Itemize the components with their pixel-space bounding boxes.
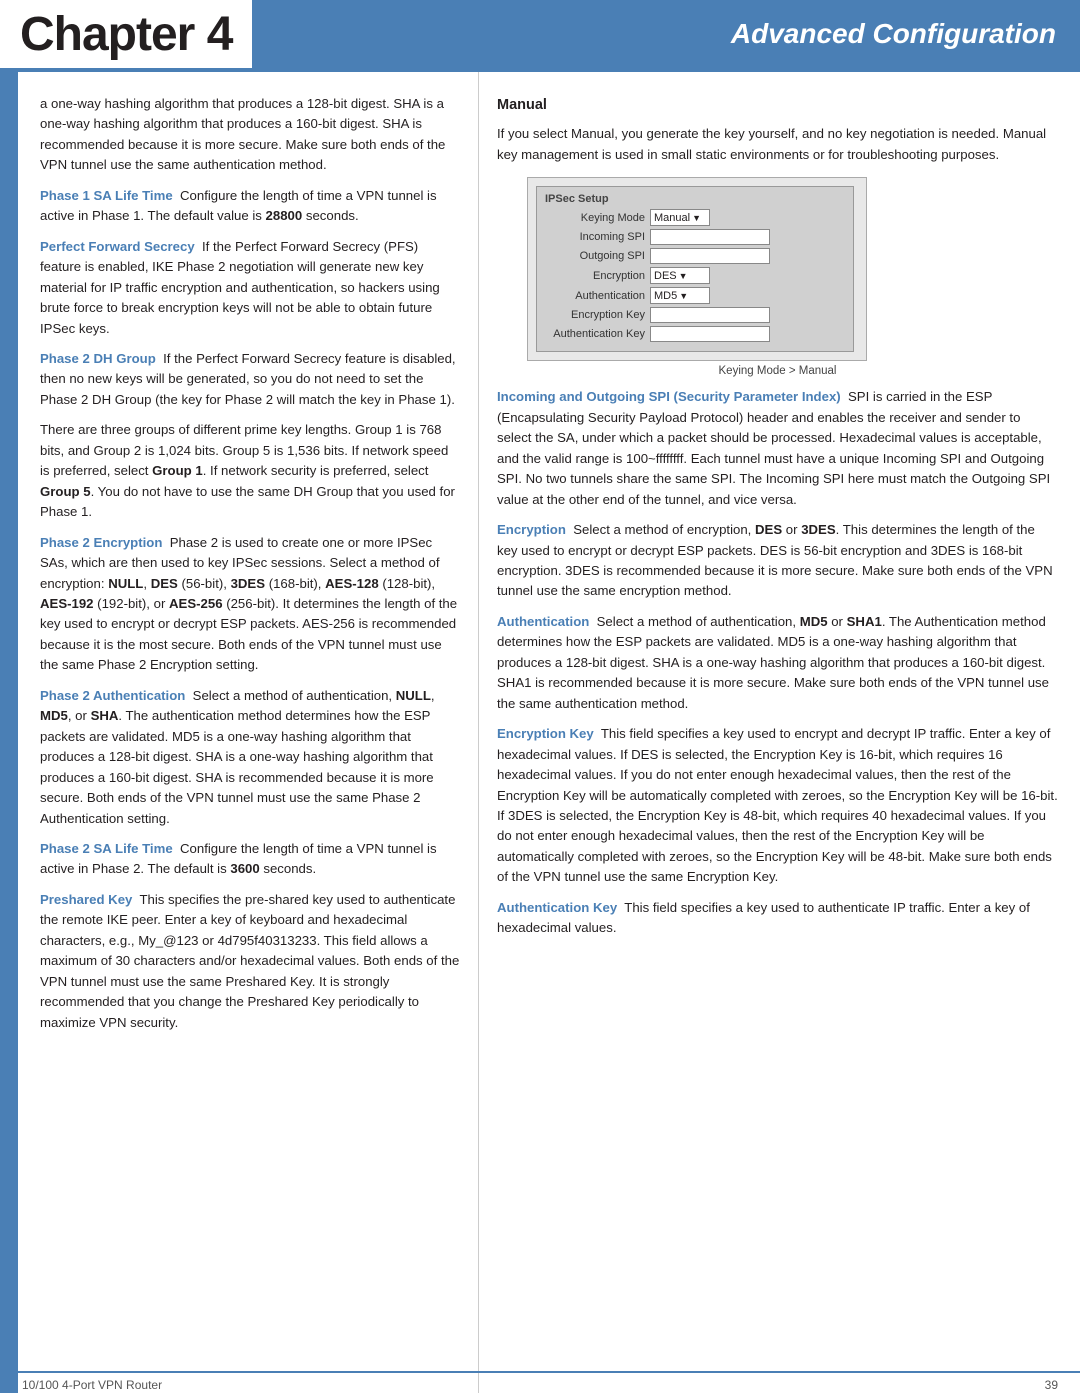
phase2-salifetime: Phase 2 SA Life Time Configure the lengt… <box>40 839 460 880</box>
term-pfs: Perfect Forward Secrecy <box>40 239 195 254</box>
term-auth-key: Authentication Key <box>497 900 617 915</box>
chapter-title: Chapter 4 <box>20 7 232 62</box>
perfect-forward-secrecy: Perfect Forward Secrecy If the Perfect F… <box>40 237 460 339</box>
header-left: Chapter 4 <box>0 0 252 68</box>
content-wrapper: a one-way hashing algorithm that produce… <box>0 72 1080 1393</box>
intro-paragraph: a one-way hashing algorithm that produce… <box>40 94 460 176</box>
dropdown-arrow-icon-2: ▼ <box>679 271 688 281</box>
ipsec-encryption-row: Encryption DES ▼ <box>545 267 845 284</box>
page-footer: 10/100 4-Port VPN Router 39 <box>0 1371 1080 1397</box>
phase2-authentication: Phase 2 Authentication Select a method o… <box>40 686 460 829</box>
left-column: a one-way hashing algorithm that produce… <box>18 72 478 1393</box>
ipsec-encryption-select[interactable]: DES ▼ <box>650 267 710 284</box>
ipsec-setup-box: IPSec Setup Keying Mode Manual ▼ Incomin… <box>527 177 867 361</box>
term-phase2-auth: Phase 2 Authentication <box>40 688 185 703</box>
main-content: a one-way hashing algorithm that produce… <box>18 72 1080 1393</box>
footer-left: 10/100 4-Port VPN Router <box>22 1378 162 1392</box>
page-header: Chapter 4 Advanced Configuration <box>0 0 1080 72</box>
preshared-key: Preshared Key This specifies the pre-sha… <box>40 890 460 1033</box>
footer-right: 39 <box>1045 1378 1058 1392</box>
manual-heading: Manual <box>497 94 1058 116</box>
term-phase2-dh: Phase 2 DH Group <box>40 351 156 366</box>
right-column: Manual If you select Manual, you generat… <box>479 72 1080 1393</box>
term-phase2-enc: Phase 2 Encryption <box>40 535 162 550</box>
incoming-outgoing-spi: Incoming and Outgoing SPI (Security Para… <box>497 387 1058 510</box>
ipsec-encryption-key-row: Encryption Key <box>545 307 845 323</box>
sidebar-accent <box>0 72 18 1393</box>
ipsec-incoming-spi-label: Incoming SPI <box>545 231 650 243</box>
ipsec-outgoing-spi-input[interactable] <box>650 248 770 264</box>
encryption-key-term: Encryption Key This field specifies a ke… <box>497 724 1058 888</box>
chapter-subtitle: Advanced Configuration <box>731 18 1056 50</box>
ipsec-auth-key-input[interactable] <box>650 326 770 342</box>
ipsec-incoming-spi-row: Incoming SPI <box>545 229 845 245</box>
ipsec-keying-mode-row: Keying Mode Manual ▼ <box>545 209 845 226</box>
term-encryption: Encryption <box>497 522 566 537</box>
phase1-salifetime: Phase 1 SA Life Time Configure the lengt… <box>40 186 460 227</box>
ipsec-outgoing-spi-row: Outgoing SPI <box>545 248 845 264</box>
dh-groups-detail: There are three groups of different prim… <box>40 420 460 522</box>
term-phase2-salife: Phase 2 SA Life Time <box>40 841 173 856</box>
term-spi: Incoming and Outgoing SPI (Security Para… <box>497 389 841 404</box>
phase2-dh-group: Phase 2 DH Group If the Perfect Forward … <box>40 349 460 410</box>
term-authentication: Authentication <box>497 614 589 629</box>
header-right: Advanced Configuration <box>252 0 1080 68</box>
ipsec-authentication-label: Authentication <box>545 290 650 302</box>
ipsec-keying-mode-value: Manual <box>654 212 690 224</box>
ipsec-auth-key-row: Authentication Key <box>545 326 845 342</box>
ipsec-authentication-row: Authentication MD5 ▼ <box>545 287 845 304</box>
term-phase1-salifetime: Phase 1 SA Life Time <box>40 188 173 203</box>
ipsec-encryption-label: Encryption <box>545 270 650 282</box>
dropdown-arrow-icon-3: ▼ <box>679 291 688 301</box>
ipsec-encryption-key-label: Encryption Key <box>545 309 650 321</box>
ipsec-keying-mode-label: Keying Mode <box>545 212 650 224</box>
term-encryption-key: Encryption Key <box>497 726 594 741</box>
phase2-encryption: Phase 2 Encryption Phase 2 is used to cr… <box>40 533 460 676</box>
encryption-term: Encryption Select a method of encryption… <box>497 520 1058 602</box>
ipsec-outgoing-spi-label: Outgoing SPI <box>545 250 650 262</box>
authentication-term: Authentication Select a method of authen… <box>497 612 1058 714</box>
ipsec-setup-inner: IPSec Setup Keying Mode Manual ▼ Incomin… <box>536 186 854 352</box>
ipsec-keying-mode-select[interactable]: Manual ▼ <box>650 209 710 226</box>
ipsec-auth-key-label: Authentication Key <box>545 328 650 340</box>
dropdown-arrow-icon: ▼ <box>692 213 701 223</box>
term-preshared-key: Preshared Key <box>40 892 132 907</box>
ipsec-caption: Keying Mode > Manual <box>497 365 1058 377</box>
ipsec-encryption-key-input[interactable] <box>650 307 770 323</box>
ipsec-encryption-value: DES <box>654 270 677 282</box>
manual-intro: If you select Manual, you generate the k… <box>497 124 1058 165</box>
ipsec-authentication-select[interactable]: MD5 ▼ <box>650 287 710 304</box>
ipsec-authentication-value: MD5 <box>654 290 677 302</box>
ipsec-incoming-spi-input[interactable] <box>650 229 770 245</box>
authentication-key-term: Authentication Key This field specifies … <box>497 898 1058 939</box>
ipsec-setup-title: IPSec Setup <box>545 193 845 205</box>
